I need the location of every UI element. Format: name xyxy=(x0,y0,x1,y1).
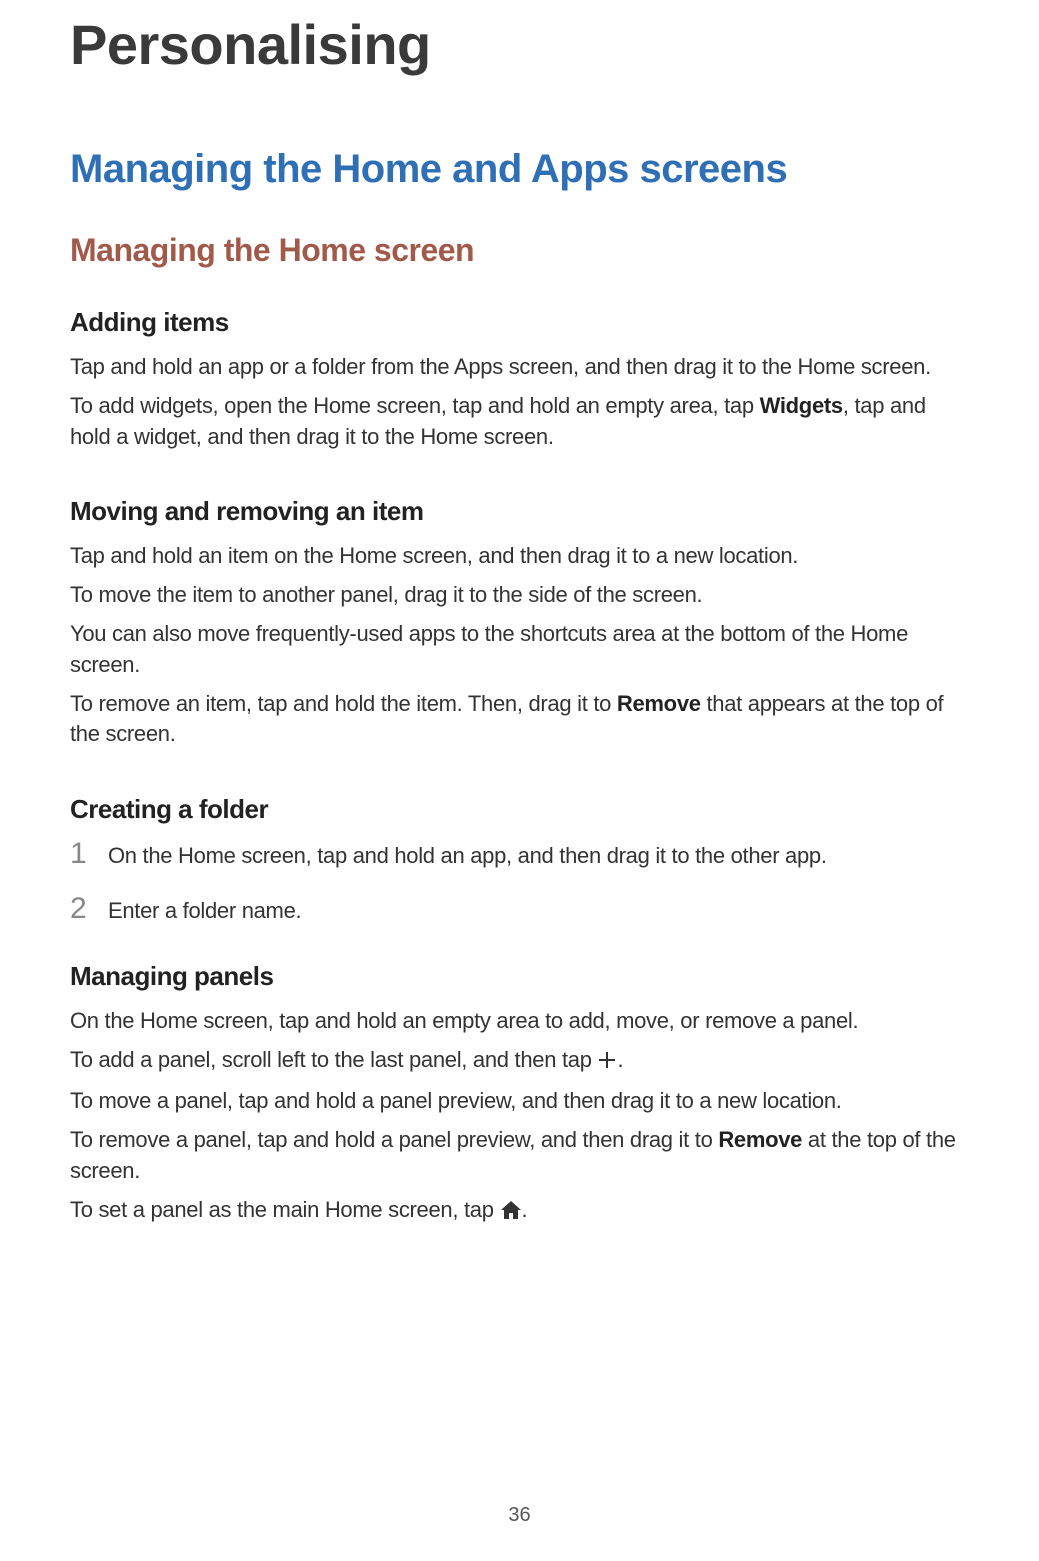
text-fragment: To remove an item, tap and hold the item… xyxy=(70,691,617,716)
paragraph: To add a panel, scroll left to the last … xyxy=(70,1045,969,1079)
text-fragment: To add a panel, scroll left to the last … xyxy=(70,1047,597,1072)
subheading-moving-removing: Moving and removing an item xyxy=(70,496,969,527)
paragraph: On the Home screen, tap and hold an empt… xyxy=(70,1006,969,1037)
subheading-adding-items: Adding items xyxy=(70,307,969,338)
paragraph: To move a panel, tap and hold a panel pr… xyxy=(70,1086,969,1117)
plus-icon xyxy=(597,1048,617,1079)
list-number: 1 xyxy=(70,839,92,869)
list-item: 1 On the Home screen, tap and hold an ap… xyxy=(70,839,969,872)
paragraph: To set a panel as the main Home screen, … xyxy=(70,1195,969,1229)
list-text: Enter a folder name. xyxy=(108,896,301,927)
text-fragment: To remove a panel, tap and hold a panel … xyxy=(70,1127,718,1152)
text-fragment: . xyxy=(617,1047,623,1072)
text-fragment: To set a panel as the main Home screen, … xyxy=(70,1197,500,1222)
paragraph: Tap and hold an app or a folder from the… xyxy=(70,352,969,383)
paragraph: You can also move frequently-used apps t… xyxy=(70,619,969,681)
bold-text-widgets: Widgets xyxy=(760,393,843,418)
paragraph: To remove a panel, tap and hold a panel … xyxy=(70,1125,969,1187)
text-fragment: . xyxy=(522,1197,528,1222)
ordered-list: 1 On the Home screen, tap and hold an ap… xyxy=(70,839,969,927)
page-number: 36 xyxy=(0,1504,1039,1527)
home-icon xyxy=(500,1198,522,1229)
section-heading-h2: Managing the Home and Apps screens xyxy=(70,147,969,192)
paragraph: To remove an item, tap and hold the item… xyxy=(70,689,969,751)
paragraph: To move the item to another panel, drag … xyxy=(70,580,969,611)
document-page: Personalising Managing the Home and Apps… xyxy=(0,0,1039,1561)
text-fragment: To add widgets, open the Home screen, ta… xyxy=(70,393,760,418)
bold-text-remove: Remove xyxy=(718,1127,802,1152)
paragraph: To add widgets, open the Home screen, ta… xyxy=(70,391,969,453)
subheading-managing-panels: Managing panels xyxy=(70,961,969,992)
paragraph: Tap and hold an item on the Home screen,… xyxy=(70,541,969,572)
page-title: Personalising xyxy=(70,12,969,77)
section-heading-h3: Managing the Home screen xyxy=(70,232,969,269)
list-text: On the Home screen, tap and hold an app,… xyxy=(108,841,827,872)
list-item: 2 Enter a folder name. xyxy=(70,894,969,927)
list-number: 2 xyxy=(70,894,92,924)
bold-text-remove: Remove xyxy=(617,691,701,716)
subheading-creating-folder: Creating a folder xyxy=(70,794,969,825)
